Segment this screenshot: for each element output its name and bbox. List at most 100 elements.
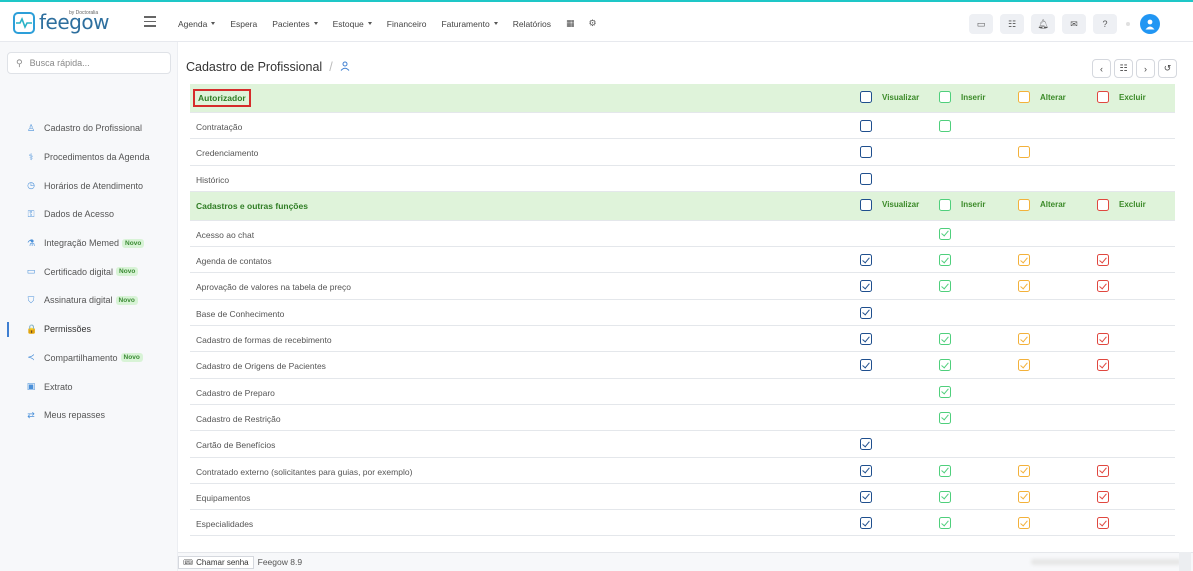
search-input[interactable]: Busca rápida... — [30, 58, 90, 68]
permission-checkbox[interactable] — [860, 438, 872, 451]
permission-checkbox[interactable] — [939, 359, 951, 372]
permission-checkbox[interactable] — [939, 385, 951, 398]
quick-search[interactable]: ⚲ Busca rápida... — [7, 52, 171, 74]
select-all-inserir[interactable]: Inserir — [939, 198, 985, 211]
sidebar-item-label: Permissões — [44, 324, 92, 335]
prev-icon[interactable]: ‹ — [1092, 59, 1111, 78]
permission-checkbox[interactable] — [860, 172, 872, 185]
select-all-excluir[interactable]: Excluir — [1097, 91, 1146, 103]
scrollbar[interactable] — [1179, 552, 1191, 571]
nav-item-estoque[interactable]: Estoque — [333, 19, 372, 29]
permission-checkbox[interactable] — [939, 490, 951, 503]
permission-checkbox[interactable] — [860, 517, 872, 530]
nav-item-espera[interactable]: Espera — [230, 19, 257, 29]
permission-checkbox[interactable] — [860, 333, 872, 346]
table-row: Contratação — [190, 113, 1175, 140]
list-icon[interactable]: ☷ — [1000, 14, 1024, 34]
sidebar-item-10[interactable]: ▣ Extrato — [0, 372, 178, 401]
permission-checkbox[interactable] — [1018, 146, 1030, 159]
permission-checkbox[interactable] — [860, 120, 872, 132]
sidebar-item-6[interactable]: ▭ Certificado digital Novo — [0, 257, 178, 286]
permission-checkbox[interactable] — [939, 280, 951, 293]
next-icon[interactable]: › — [1136, 59, 1155, 78]
sidebar-item-7[interactable]: ⛉ Assinatura digital Novo — [0, 286, 178, 315]
nav-item-relatórios[interactable]: Relatórios — [513, 19, 551, 29]
sidebar-item-8[interactable]: 🔒 Permissões — [0, 315, 178, 344]
nav-item-agenda[interactable]: Agenda — [178, 19, 216, 29]
checkbox[interactable] — [860, 198, 872, 211]
nav-item-faturamento[interactable]: Faturamento — [441, 19, 498, 29]
sidebar-item-5[interactable]: ⚗ Integração Memed Novo — [0, 229, 178, 258]
checkbox[interactable] — [1097, 91, 1109, 103]
checkbox[interactable] — [1097, 198, 1109, 211]
bell-icon[interactable]: 🔔︎ — [1031, 14, 1055, 34]
permission-checkbox[interactable] — [939, 120, 951, 132]
permission-checkbox[interactable] — [939, 464, 951, 477]
checkbox[interactable] — [1018, 91, 1030, 103]
permission-checkbox[interactable] — [1018, 517, 1030, 530]
settings-icon[interactable]: ⚙ — [588, 18, 596, 29]
permission-checkbox[interactable] — [1018, 490, 1030, 503]
permission-checkbox[interactable] — [1097, 254, 1109, 267]
permission-cell — [1018, 490, 1030, 503]
permission-label: Cartão de Benefícios — [196, 440, 276, 451]
sidebar-item-2[interactable]: ⚕ Procedimentos da Agenda — [0, 143, 178, 172]
select-all-alterar[interactable]: Alterar — [1018, 198, 1066, 211]
select-all-inserir[interactable]: Inserir — [939, 91, 985, 103]
permission-checkbox[interactable] — [939, 411, 951, 424]
permission-checkbox[interactable] — [860, 490, 872, 503]
history-icon[interactable]: ↺ — [1158, 59, 1177, 78]
permission-checkbox[interactable] — [860, 464, 872, 477]
checkbox[interactable] — [860, 91, 872, 103]
select-all-visualizar[interactable]: Visualizar — [860, 198, 919, 211]
permission-checkbox[interactable] — [860, 359, 872, 372]
permission-cell — [860, 490, 872, 503]
list-view-icon[interactable]: ☷ — [1114, 59, 1133, 78]
permission-checkbox[interactable] — [1097, 490, 1109, 503]
help-icon[interactable]: ? — [1093, 14, 1117, 34]
checkbox[interactable] — [939, 91, 951, 103]
select-all-alterar[interactable]: Alterar — [1018, 91, 1066, 103]
permission-checkbox[interactable] — [1097, 359, 1109, 372]
table-row: Histórico — [190, 166, 1175, 192]
checkbox[interactable] — [939, 198, 951, 211]
new-badge: Novo — [122, 238, 145, 248]
chat-icon[interactable]: ✉ — [1062, 14, 1086, 34]
sidebar-item-11[interactable]: ⇄ Meus repasses — [0, 401, 178, 430]
permission-checkbox[interactable] — [939, 333, 951, 346]
stethoscope-icon: ⚕ — [28, 151, 34, 162]
sidebar-item-1[interactable]: ♙ Cadastro do Profissional — [0, 114, 178, 143]
menu-toggle-icon[interactable] — [144, 16, 156, 30]
select-all-visualizar[interactable]: Visualizar — [860, 91, 919, 103]
permission-checkbox[interactable] — [939, 227, 951, 240]
permission-checkbox[interactable] — [1018, 254, 1030, 267]
permission-checkbox[interactable] — [1097, 464, 1109, 477]
checkbox[interactable] — [1018, 198, 1030, 211]
permission-checkbox[interactable] — [1018, 359, 1030, 372]
permission-checkbox[interactable] — [939, 254, 951, 267]
permission-checkbox[interactable] — [860, 146, 872, 159]
avatar[interactable] — [1140, 14, 1160, 34]
permission-checkbox[interactable] — [1018, 333, 1030, 346]
inbox-icon[interactable]: ▭ — [969, 14, 993, 34]
select-all-excluir[interactable]: Excluir — [1097, 198, 1146, 211]
permission-checkbox[interactable] — [860, 306, 872, 319]
permission-checkbox[interactable] — [1097, 280, 1109, 293]
sidebar-item-3[interactable]: ◷ Horários de Atendimento — [0, 171, 178, 200]
feegow-logo[interactable]: feegow by Doctoralia — [13, 10, 109, 35]
share-icon: ≺ — [27, 352, 35, 363]
permission-checkbox[interactable] — [1018, 464, 1030, 477]
sidebar-item-4[interactable]: ⚿ Dados de Acesso — [0, 200, 178, 229]
sidebar-item-9[interactable]: ≺ Compartilhamento Novo — [0, 344, 178, 373]
nav-item-financeiro[interactable]: Financeiro — [387, 19, 427, 29]
permission-checkbox[interactable] — [1097, 333, 1109, 346]
permission-checkbox[interactable] — [1018, 280, 1030, 293]
nav-item-pacientes[interactable]: Pacientes — [272, 19, 318, 29]
permission-checkbox[interactable] — [860, 280, 872, 293]
permission-checkbox[interactable] — [860, 254, 872, 267]
call-ticket-button[interactable]: 🎟︎ Chamar senha — [178, 555, 254, 569]
sidebar-item-label: Dados de Acesso — [44, 209, 115, 220]
calculator-icon[interactable]: ▦ — [566, 18, 575, 29]
permission-checkbox[interactable] — [939, 517, 951, 530]
permission-checkbox[interactable] — [1097, 517, 1109, 530]
